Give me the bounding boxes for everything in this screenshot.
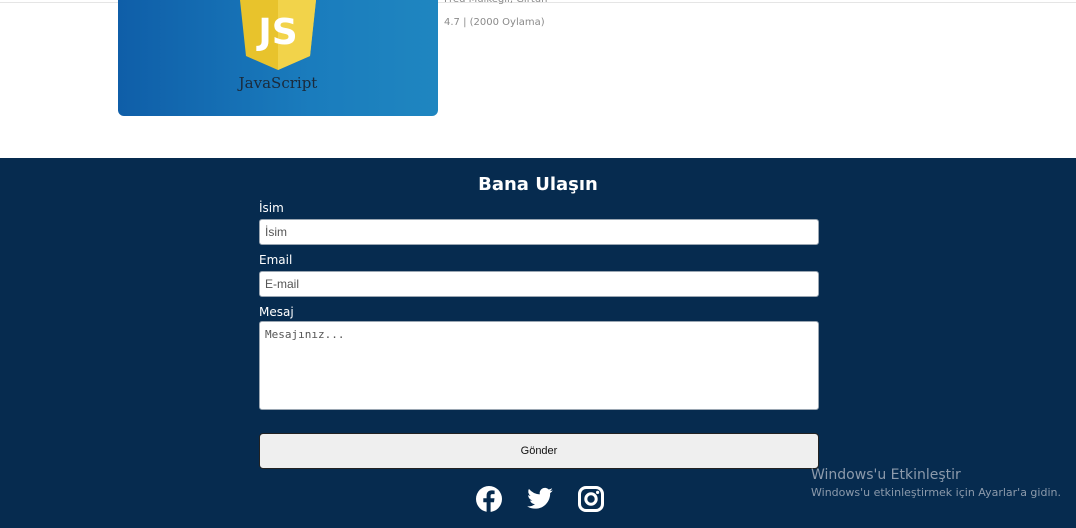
course-author: Fred Mülkeğil, Girtün <box>444 0 547 8</box>
watermark-title: Windows'u Etkinleştir <box>811 467 961 483</box>
course-thumbnail[interactable]: JS JavaScript <box>118 0 438 116</box>
thumbnail-label: JavaScript <box>238 74 318 92</box>
activation-watermark: Windows'u Etkinleştir Windows'u etkinleş… <box>811 467 1061 499</box>
course-rating: 4.7 | (2000 Oylama) <box>444 17 545 28</box>
contact-title: Bana Ulaşın <box>478 174 598 195</box>
watermark-subtitle: Windows'u etkinleştirmek için Ayarlar'a … <box>811 486 1061 499</box>
submit-button[interactable]: Gönder <box>259 433 819 469</box>
contact-section: Bana Ulaşın İsim Email Mesaj Gönder Wind… <box>0 158 1076 528</box>
facebook-icon[interactable] <box>475 485 503 513</box>
email-input[interactable] <box>259 271 819 297</box>
svg-text:JS: JS <box>255 12 297 53</box>
name-label: İsim <box>259 201 284 215</box>
instagram-icon[interactable] <box>577 485 605 513</box>
email-label: Email <box>259 253 293 267</box>
name-input[interactable] <box>259 219 819 245</box>
message-textarea[interactable] <box>259 321 819 410</box>
message-label: Mesaj <box>259 305 294 319</box>
twitter-icon[interactable] <box>526 485 554 513</box>
js-shield-icon: JS <box>240 0 316 70</box>
